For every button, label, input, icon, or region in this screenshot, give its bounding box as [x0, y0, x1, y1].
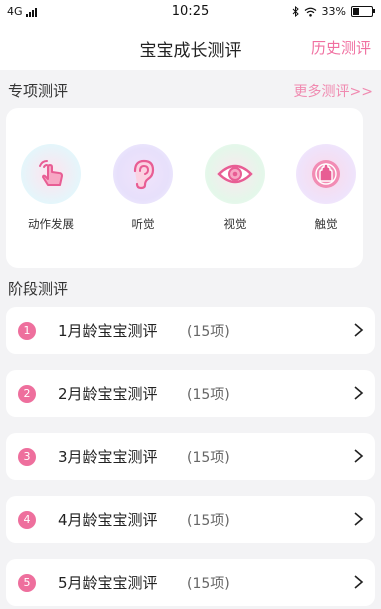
stage-title: 1月龄宝宝测评	[58, 322, 158, 340]
special-card: 动作发展 听觉 视觉 触觉	[6, 108, 363, 268]
stage-title: 4月龄宝宝测评	[58, 511, 158, 529]
bluetooth-icon	[292, 6, 299, 17]
stage-row-4[interactable]: 4 4月龄宝宝测评 (15项)	[6, 496, 375, 543]
stage-count: (15项)	[187, 513, 230, 529]
nav-bar: 宝宝成长测评 历史测评	[0, 24, 381, 70]
stage-count: (15项)	[187, 576, 230, 592]
hand-tap-icon	[21, 144, 81, 204]
ear-icon	[113, 144, 173, 204]
special-section-title: 专项测评	[8, 82, 69, 100]
status-bar: 4G 10:25 33%	[0, 0, 381, 24]
stage-number-badge: 3	[18, 448, 36, 466]
stage-number-badge: 5	[18, 574, 36, 592]
special-label: 动作发展	[28, 217, 74, 231]
stage-row-2[interactable]: 2 2月龄宝宝测评 (15项)	[6, 370, 375, 417]
stage-count: (15项)	[187, 324, 230, 340]
history-link[interactable]: 历史测评	[311, 37, 371, 58]
stage-title: 3月龄宝宝测评	[58, 448, 158, 466]
chevron-right-icon	[354, 512, 364, 526]
stage-count: (15项)	[187, 450, 230, 466]
stage-row-1[interactable]: 1 1月龄宝宝测评 (15项)	[6, 307, 375, 354]
special-item-motor[interactable]: 动作发展	[16, 144, 86, 232]
eye-icon	[205, 144, 265, 204]
chevron-right-icon	[354, 323, 364, 337]
chevron-right-icon	[354, 575, 364, 589]
special-item-touch[interactable]: 触觉	[291, 144, 361, 232]
stage-row-3[interactable]: 3 3月龄宝宝测评 (15项)	[6, 433, 375, 480]
battery-icon	[351, 6, 375, 17]
stage-row-5[interactable]: 5 5月龄宝宝测评 (15项)	[6, 559, 375, 606]
stage-title: 5月龄宝宝测评	[58, 574, 158, 592]
stage-count: (15项)	[187, 387, 230, 403]
special-item-hearing[interactable]: 听觉	[108, 144, 178, 232]
special-label: 触觉	[314, 217, 338, 231]
stage-number-badge: 4	[18, 511, 36, 529]
wifi-icon	[304, 7, 316, 17]
stage-title: 2月龄宝宝测评	[58, 385, 158, 403]
stage-number-badge: 1	[18, 322, 36, 340]
chevron-right-icon	[354, 386, 364, 400]
special-item-vision[interactable]: 视觉	[200, 144, 270, 232]
chevron-right-icon	[354, 449, 364, 463]
special-label: 听觉	[131, 217, 155, 231]
touch-icon	[296, 144, 356, 204]
system-icons: 33%	[292, 5, 375, 18]
more-assessments-link[interactable]: 更多测评>>	[294, 81, 373, 101]
special-label: 视觉	[223, 217, 247, 231]
stage-number-badge: 2	[18, 385, 36, 403]
battery-percent: 33%	[321, 5, 346, 18]
stage-section-title: 阶段测评	[8, 280, 69, 298]
